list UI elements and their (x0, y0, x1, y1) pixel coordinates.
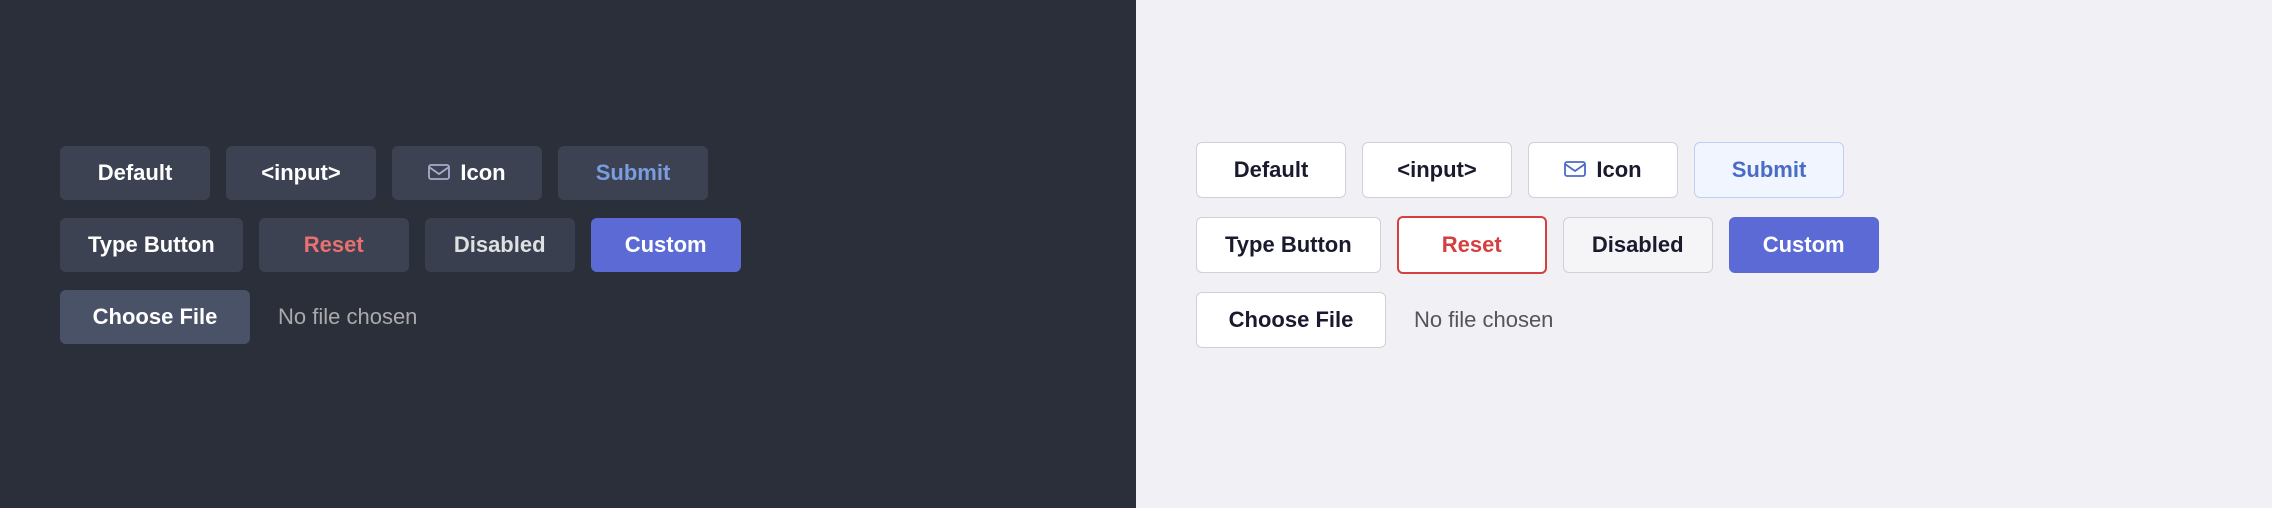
light-custom-label: Custom (1763, 232, 1845, 258)
dark-input-label: <input> (261, 160, 340, 186)
dark-choose-file-button[interactable]: Choose File (60, 290, 250, 344)
light-input-label: <input> (1397, 157, 1476, 183)
light-choose-file-label: Choose File (1229, 307, 1354, 332)
light-disabled-button[interactable]: Disabled (1563, 217, 1713, 273)
dark-disabled-button[interactable]: Disabled (425, 218, 575, 272)
dark-custom-button[interactable]: Custom (591, 218, 741, 272)
dark-reset-button[interactable]: Reset (259, 218, 409, 272)
light-disabled-label: Disabled (1592, 232, 1684, 258)
light-type-button[interactable]: Type Button (1196, 217, 1381, 273)
dark-panel: Default <input> Icon Submit Type Button … (0, 0, 1136, 508)
dark-choose-file-label: Choose File (93, 304, 218, 329)
light-submit-button[interactable]: Submit (1694, 142, 1844, 198)
light-submit-label: Submit (1732, 157, 1807, 183)
dark-input-button[interactable]: <input> (226, 146, 376, 200)
dark-submit-label: Submit (596, 160, 671, 186)
light-default-button[interactable]: Default (1196, 142, 1346, 198)
dark-disabled-label: Disabled (454, 232, 546, 258)
light-default-label: Default (1234, 157, 1309, 183)
dark-icon-label: Icon (460, 160, 505, 186)
dark-row-1: Default <input> Icon Submit (60, 146, 708, 200)
dark-custom-label: Custom (625, 232, 707, 258)
light-row-3: Choose File No file chosen (1196, 292, 1553, 348)
dark-no-file-text: No file chosen (278, 304, 417, 330)
light-input-button[interactable]: <input> (1362, 142, 1512, 198)
light-custom-button[interactable]: Custom (1729, 217, 1879, 273)
dark-icon-button[interactable]: Icon (392, 146, 542, 200)
light-panel: Default <input> Icon Submit Type Button … (1136, 0, 2272, 508)
light-reset-button[interactable]: Reset (1397, 216, 1547, 274)
light-type-button-label: Type Button (1225, 232, 1352, 258)
dark-reset-label: Reset (304, 232, 364, 258)
envelope-icon (428, 160, 450, 186)
light-icon-label: Icon (1596, 157, 1641, 183)
light-icon-button[interactable]: Icon (1528, 142, 1678, 198)
dark-submit-button[interactable]: Submit (558, 146, 708, 200)
dark-type-button-label: Type Button (88, 232, 215, 258)
dark-row-3: Choose File No file chosen (60, 290, 417, 344)
light-choose-file-button[interactable]: Choose File (1196, 292, 1386, 348)
light-row-2: Type Button Reset Disabled Custom (1196, 216, 1879, 274)
light-no-file-text: No file chosen (1414, 307, 1553, 333)
dark-type-button[interactable]: Type Button (60, 218, 243, 272)
light-reset-label: Reset (1442, 232, 1502, 258)
dark-default-button[interactable]: Default (60, 146, 210, 200)
light-row-1: Default <input> Icon Submit (1196, 142, 1844, 198)
dark-default-label: Default (98, 160, 173, 186)
envelope-icon-light (1564, 157, 1586, 183)
dark-row-2: Type Button Reset Disabled Custom (60, 218, 741, 272)
